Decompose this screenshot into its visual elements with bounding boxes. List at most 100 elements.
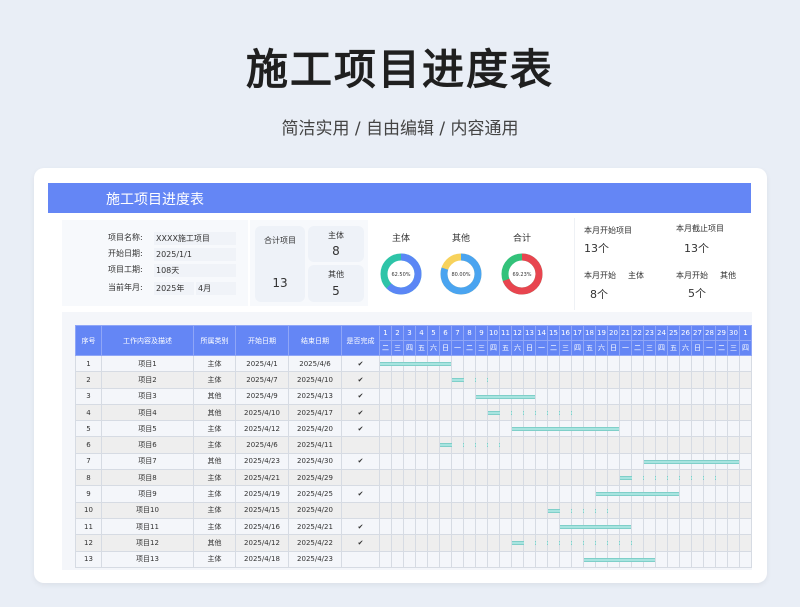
table-row[interactable]: 4 项目4 其他 2025/4/10 2025/4/17 ✔ (75, 403, 752, 422)
cell-end[interactable]: 2025/4/20 (288, 501, 342, 519)
column-header[interactable]: 结束日期 (288, 325, 342, 356)
cell-done[interactable]: ✔ (341, 354, 380, 373)
cell-name[interactable]: 项目3 (101, 387, 194, 405)
cell-start[interactable]: 2025/4/10 (235, 403, 289, 422)
cell-done[interactable]: ✔ (341, 403, 380, 422)
cell-start[interactable]: 2025/4/1 (235, 354, 289, 373)
table-row[interactable]: 1 项目1 主体 2025/4/1 2025/4/6 ✔ (75, 354, 752, 373)
cell-no[interactable]: 3 (75, 387, 102, 405)
info-value[interactable]: XXXX施工项目 (154, 232, 236, 245)
table-row[interactable]: 9 项目9 主体 2025/4/19 2025/4/25 ✔ (75, 485, 752, 503)
cell-no[interactable]: 13 (75, 550, 102, 568)
cell-cat[interactable]: 主体 (193, 469, 236, 487)
cell-end[interactable]: 2025/4/25 (288, 485, 342, 503)
cell-name[interactable]: 项目6 (101, 436, 194, 454)
cell-start[interactable]: 2025/4/23 (235, 452, 289, 471)
cell-end[interactable]: 2025/4/20 (288, 420, 342, 438)
cell-cat[interactable]: 其他 (193, 403, 236, 422)
cell-cat[interactable]: 主体 (193, 501, 236, 519)
column-header[interactable]: 是否完成 (341, 325, 380, 356)
cell-cat[interactable]: 主体 (193, 517, 236, 536)
cell-cat[interactable]: 主体 (193, 436, 236, 454)
cell-cat[interactable]: 主体 (193, 371, 236, 389)
cell-no[interactable]: 8 (75, 469, 102, 487)
cell-cat[interactable]: 主体 (193, 354, 236, 373)
cell-cat[interactable]: 其他 (193, 452, 236, 471)
cell-name[interactable]: 项目8 (101, 469, 194, 487)
table-row[interactable]: 5 项目5 主体 2025/4/12 2025/4/20 ✔ (75, 420, 752, 438)
cell-no[interactable]: 11 (75, 517, 102, 536)
table-row[interactable]: 11 项目11 主体 2025/4/16 2025/4/21 ✔ (75, 517, 752, 536)
table-row[interactable]: 3 项目3 其他 2025/4/9 2025/4/13 ✔ (75, 387, 752, 405)
cell-end[interactable]: 2025/4/21 (288, 517, 342, 536)
cell-done[interactable]: ✔ (341, 534, 380, 552)
table-row[interactable]: 8 项目8 主体 2025/4/21 2025/4/29 (75, 469, 752, 487)
cell-name[interactable]: 项目5 (101, 420, 194, 438)
cell-done[interactable]: ✔ (341, 517, 380, 536)
cell-end[interactable]: 2025/4/6 (288, 354, 342, 373)
year-value[interactable]: 2025年 (154, 282, 194, 295)
cell-done[interactable]: ✔ (341, 452, 380, 471)
cell-name[interactable]: 项目12 (101, 534, 194, 552)
cell-no[interactable]: 6 (75, 436, 102, 454)
info-value[interactable]: 2025/1/1 (154, 248, 236, 261)
cell-start[interactable]: 2025/4/6 (235, 436, 289, 454)
cell-cat[interactable]: 其他 (193, 534, 236, 552)
table-row[interactable]: 7 项目7 其他 2025/4/23 2025/4/30 ✔ (75, 452, 752, 471)
cell-name[interactable]: 项目4 (101, 403, 194, 422)
cell-cat[interactable]: 主体 (193, 550, 236, 568)
cell-cat[interactable]: 主体 (193, 485, 236, 503)
cell-start[interactable]: 2025/4/21 (235, 469, 289, 487)
cell-no[interactable]: 5 (75, 420, 102, 438)
cell-done[interactable] (341, 501, 380, 519)
cell-name[interactable]: 项目13 (101, 550, 194, 568)
cell-no[interactable]: 7 (75, 452, 102, 471)
cell-done[interactable]: ✔ (341, 420, 380, 438)
info-value[interactable]: 108天 (154, 264, 236, 277)
cell-cat[interactable]: 主体 (193, 420, 236, 438)
cell-done[interactable]: ✔ (341, 387, 380, 405)
cell-name[interactable]: 项目1 (101, 354, 194, 373)
cell-no[interactable]: 9 (75, 485, 102, 503)
cell-no[interactable]: 12 (75, 534, 102, 552)
cell-name[interactable]: 项目7 (101, 452, 194, 471)
column-header[interactable]: 工作内容及描述 (101, 325, 194, 356)
cell-start[interactable]: 2025/4/9 (235, 387, 289, 405)
cell-end[interactable]: 2025/4/17 (288, 403, 342, 422)
cell-done[interactable]: ✔ (341, 485, 380, 503)
cell-end[interactable]: 2025/4/23 (288, 550, 342, 568)
cell-end[interactable]: 2025/4/29 (288, 469, 342, 487)
cell-start[interactable]: 2025/4/15 (235, 501, 289, 519)
table-row[interactable]: 12 项目12 其他 2025/4/12 2025/4/22 ✔ (75, 534, 752, 552)
cell-start[interactable]: 2025/4/7 (235, 371, 289, 389)
column-header[interactable]: 开始日期 (235, 325, 289, 356)
table-row[interactable]: 10 项目10 主体 2025/4/15 2025/4/20 (75, 501, 752, 519)
cell-done[interactable]: ✔ (341, 371, 380, 389)
cell-start[interactable]: 2025/4/16 (235, 517, 289, 536)
cell-start[interactable]: 2025/4/19 (235, 485, 289, 503)
cell-done[interactable] (341, 436, 380, 454)
table-row[interactable]: 2 项目2 主体 2025/4/7 2025/4/10 ✔ (75, 371, 752, 389)
table-row[interactable]: 13 项目13 主体 2025/4/18 2025/4/23 (75, 550, 752, 568)
cell-no[interactable]: 2 (75, 371, 102, 389)
cell-end[interactable]: 2025/4/10 (288, 371, 342, 389)
cell-name[interactable]: 项目10 (101, 501, 194, 519)
cell-end[interactable]: 2025/4/22 (288, 534, 342, 552)
cell-no[interactable]: 10 (75, 501, 102, 519)
month-value[interactable]: 4月 (196, 282, 236, 295)
cell-end[interactable]: 2025/4/11 (288, 436, 342, 454)
cell-start[interactable]: 2025/4/12 (235, 420, 289, 438)
cell-end[interactable]: 2025/4/13 (288, 387, 342, 405)
cell-name[interactable]: 项目11 (101, 517, 194, 536)
cell-no[interactable]: 4 (75, 403, 102, 422)
cell-start[interactable]: 2025/4/18 (235, 550, 289, 568)
table-row[interactable]: 6 项目6 主体 2025/4/6 2025/4/11 (75, 436, 752, 454)
cell-cat[interactable]: 其他 (193, 387, 236, 405)
cell-name[interactable]: 项目9 (101, 485, 194, 503)
cell-end[interactable]: 2025/4/30 (288, 452, 342, 471)
cell-start[interactable]: 2025/4/12 (235, 534, 289, 552)
cell-name[interactable]: 项目2 (101, 371, 194, 389)
column-header[interactable]: 所属类别 (193, 325, 236, 356)
cell-done[interactable] (341, 469, 380, 487)
cell-done[interactable] (341, 550, 380, 568)
